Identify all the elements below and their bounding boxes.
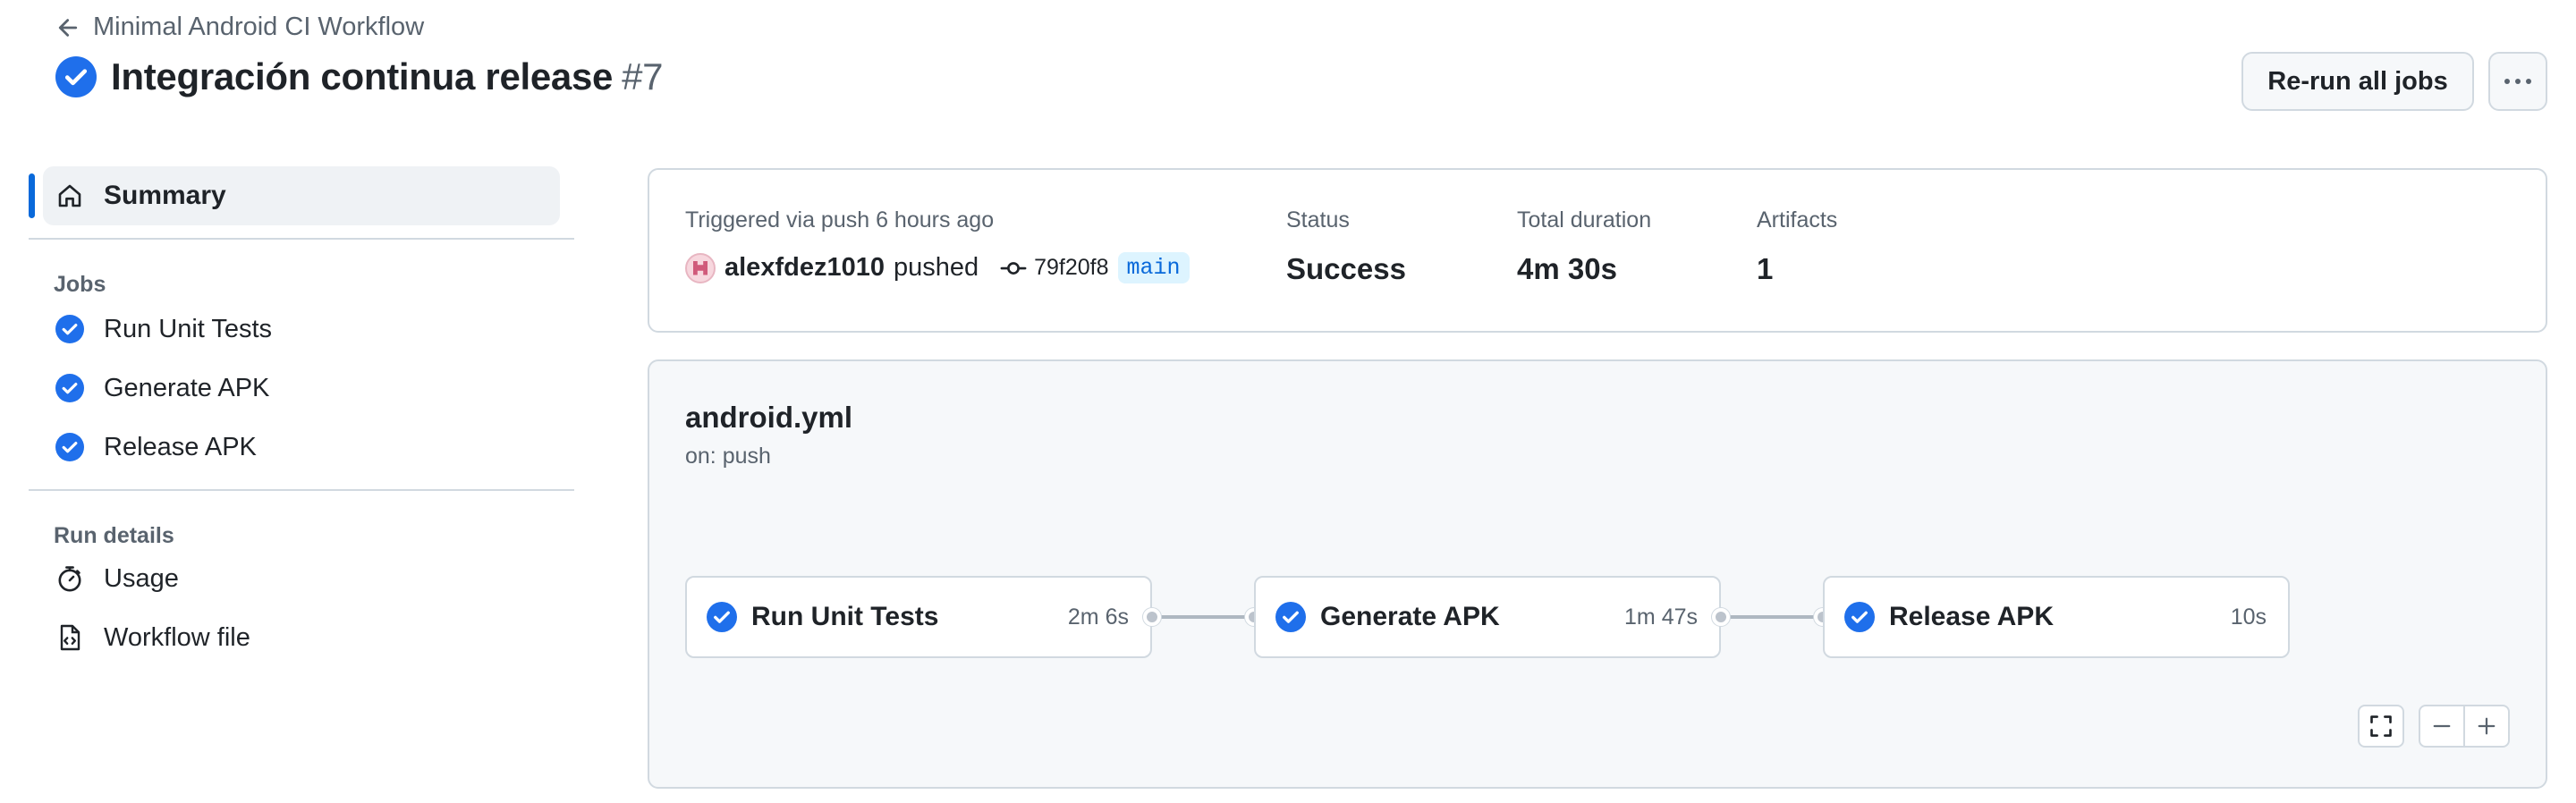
job-port [1712,608,1730,626]
git-commit-icon [1000,261,1027,275]
workflow-trigger: on: push [685,444,771,469]
user-name-link[interactable]: alexfdez1010 [724,253,885,283]
stopwatch-icon [58,566,81,592]
fullscreen-button[interactable] [2358,705,2404,748]
jobs-heading: Jobs [54,272,106,297]
job-name: Generate APK [1320,602,1500,631]
zoom-in-button[interactable] [2463,706,2508,746]
run-number: #7 [622,55,664,97]
commit-link[interactable]: 79f20f8 [1000,255,1109,282]
sidebar-item-usage[interactable]: Usage [29,549,574,608]
success-check-icon [1844,602,1875,632]
success-check-icon [55,315,84,343]
run-title: Integración continua release [111,55,614,97]
page-title: Integración continua release #7 [111,55,664,98]
sidebar: Summary Jobs Run Unit Tests Generate APK… [29,166,574,667]
job-duration: 2m 6s [1067,604,1129,630]
rerun-all-jobs-button[interactable]: Re-run all jobs [2241,52,2474,111]
success-check-icon [1275,602,1306,632]
job-port [1143,608,1161,626]
branch-badge[interactable]: main [1117,252,1190,283]
kebab-horizontal-icon [2504,79,2531,84]
fullscreen-icon [2370,715,2392,737]
job-duration: 1m 47s [1624,604,1698,630]
sidebar-item-generate-apk[interactable]: Generate APK [29,359,574,418]
plus-icon [2478,717,2496,735]
push-action: pushed [893,253,979,282]
arrow-left-icon [58,18,78,37]
success-check-icon [55,374,84,402]
sidebar-divider [29,489,574,491]
run-details-heading: Run details [54,523,174,548]
status-value: Success [1286,252,1406,285]
triggered-label: Triggered via push 6 hours ago [685,207,995,232]
zoom-controls [2419,705,2510,748]
sidebar-item-run-unit-tests[interactable]: Run Unit Tests [29,300,574,359]
back-link[interactable]: Minimal Android CI Workflow [55,13,424,42]
job-connector [1152,615,1254,619]
job-node-release-apk[interactable]: Release APK 10s [1823,576,2290,658]
sidebar-item-label: Release APK [104,432,257,461]
artifacts-value[interactable]: 1 [1757,252,1773,286]
artifacts-label: Artifacts [1757,207,1838,232]
workflow-file-name: android.yml [685,401,853,434]
jobs-list: Run Unit Tests Generate APK Release APK [29,300,574,477]
trigger-info: alexfdez1010 pushed 79f20f8 main [685,252,1190,283]
avatar[interactable] [685,252,716,283]
sidebar-item-label: Summary [104,181,226,210]
success-check-icon [707,602,737,632]
run-header: Integración continua release #7 [55,55,664,98]
sidebar-item-label: Generate APK [104,373,270,402]
zoom-out-button[interactable] [2420,706,2463,746]
file-code-icon [60,624,80,651]
workflow-graph: android.yml on: push Run Unit Tests 2m 6… [648,359,2547,789]
success-check-icon [55,433,84,461]
job-node-run-unit-tests[interactable]: Run Unit Tests 2m 6s [685,576,1152,658]
minus-icon [2433,724,2451,728]
home-icon [58,184,81,207]
more-options-button[interactable] [2488,52,2547,111]
job-node-generate-apk[interactable]: Generate APK 1m 47s [1254,576,1721,658]
sidebar-item-workflow-file[interactable]: Workflow file [29,608,574,667]
status-label: Status [1286,207,1350,232]
duration-label: Total duration [1517,207,1652,232]
job-name: Release APK [1889,602,2054,631]
commit-sha: 79f20f8 [1034,255,1109,280]
sidebar-item-label: Usage [104,563,179,593]
duration-value: 4m 30s [1517,252,1617,285]
success-check-icon [55,56,97,97]
run-summary-card: Triggered via push 6 hours ago alexfdez1… [648,168,2547,333]
job-name: Run Unit Tests [751,602,939,631]
sidebar-item-label: Run Unit Tests [104,314,273,343]
sidebar-item-label: Workflow file [104,622,250,652]
job-connector [1721,615,1823,619]
job-duration: 10s [2230,604,2267,630]
sidebar-item-summary[interactable]: Summary [29,166,560,225]
sidebar-divider [29,238,574,240]
back-link-label: Minimal Android CI Workflow [93,13,425,41]
sidebar-item-release-apk[interactable]: Release APK [29,418,574,477]
